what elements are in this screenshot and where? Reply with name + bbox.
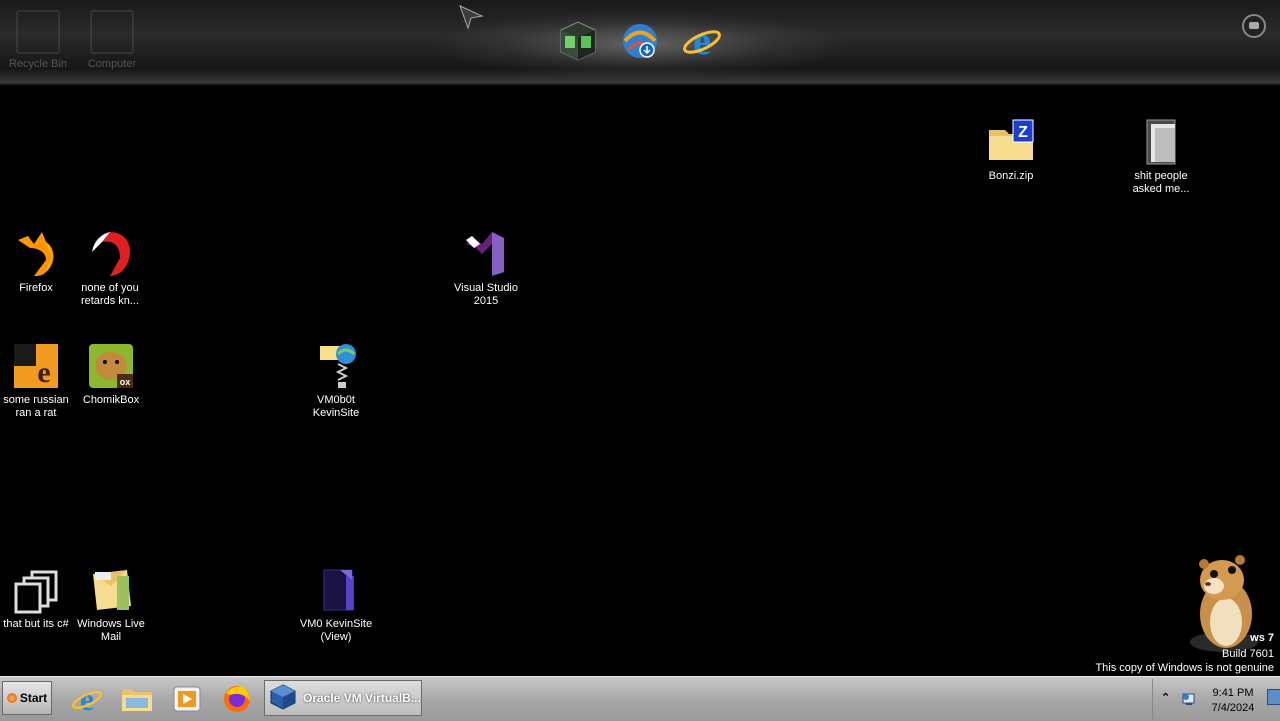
desktop-icon-label: Bonzi.zip: [988, 170, 1034, 182]
dock-media-player-icon[interactable]: [557, 20, 599, 62]
mouse-cursor-icon: [458, 4, 484, 30]
svg-text:e: e: [80, 683, 94, 715]
clock[interactable]: 9:41 PM 7/4/2024: [1203, 686, 1263, 716]
svg-text:e: e: [693, 20, 711, 62]
top-dock: Recycle Bin Computer e: [0, 0, 1280, 86]
dock-settings-icon[interactable]: [1242, 14, 1266, 38]
desktop-icon-firefox[interactable]: Firefox: [0, 230, 76, 295]
desktop-icon-label: VM0 KevinSite (View): [299, 618, 373, 643]
system-tray: ⌃ 9:41 PM 7/4/2024: [1152, 679, 1280, 719]
desktop-icon-label: Visual Studio 2015: [453, 282, 518, 307]
dock-internet-explorer-icon[interactable]: e: [681, 18, 723, 63]
dock-ghost-label-1: Recycle Bin: [8, 58, 68, 70]
files-icon: [12, 566, 60, 614]
dock-ghost-label-2: Computer: [87, 58, 137, 70]
start-button[interactable]: Start: [2, 681, 52, 715]
desktop-icon-visual-studio[interactable]: Visual Studio 2015: [446, 230, 526, 308]
network-icon[interactable]: [1181, 691, 1197, 707]
desktop-icon-web-file[interactable]: VM0b0t KevinSite: [296, 342, 376, 420]
desktop-icon-label: Windows Live Mail: [77, 618, 145, 643]
desktop-icon-bonzi-zip[interactable]: Z Bonzi.zip: [971, 118, 1051, 183]
desktop-icon-files[interactable]: that but its c#: [0, 566, 76, 631]
desktop-icon-label: Firefox: [19, 282, 53, 294]
desktop-icon-chomikbox[interactable]: ox ChomikBox: [71, 342, 151, 407]
dock-download-globe-icon[interactable]: [619, 20, 661, 62]
taskbar-media-player-icon[interactable]: [170, 683, 204, 715]
task-label: Oracle VM VirtualB...: [303, 691, 421, 705]
taskbar-firefox-icon[interactable]: [220, 683, 254, 715]
svg-text:Z: Z: [1018, 124, 1028, 141]
watermark-build: Build 7601: [1222, 648, 1274, 660]
desktop-icon-shortcut[interactable]: none of you retards kn...: [70, 230, 150, 308]
desktop-icon-label: shit people asked me...: [1132, 170, 1190, 195]
red-shortcut-icon: [86, 230, 134, 278]
mail-icon: [87, 566, 135, 614]
document-icon: [312, 566, 360, 614]
desktop-icon-label: that but its c#: [3, 618, 69, 630]
zip-folder-icon: Z: [987, 118, 1035, 166]
windows-orb-icon: [6, 693, 17, 703]
show-desktop-button[interactable]: [1267, 689, 1280, 705]
taskbar-file-explorer-icon[interactable]: [120, 683, 154, 715]
tray-overflow-chevron-icon[interactable]: ⌃: [1161, 691, 1170, 704]
firefox-icon: [12, 230, 60, 278]
desktop-icon-label: none of you retards kn...: [80, 282, 140, 307]
desktop-icon-label: VM0b0t KevinSite: [312, 394, 360, 419]
visual-studio-icon: [462, 230, 510, 278]
desktop-icon-mail[interactable]: Windows Live Mail: [71, 566, 151, 644]
desktop-icon-label: some russian ran a rat: [3, 394, 69, 419]
desktop-icon-document[interactable]: VM0 KevinSite (View): [296, 566, 376, 644]
taskbar-internet-explorer-icon[interactable]: e: [70, 681, 104, 717]
start-label: Start: [19, 691, 48, 705]
clock-time: 9:41 PM: [1212, 687, 1254, 699]
virtualbox-icon: [269, 683, 297, 714]
chomikbox-icon: ox: [87, 342, 135, 390]
watermark-not-genuine: This copy of Windows is not genuine: [1095, 662, 1274, 674]
desktop-icon-folder[interactable]: shit people asked me...: [1121, 118, 1201, 196]
taskbar-task-virtualbox[interactable]: Oracle VM VirtualB...: [264, 680, 422, 716]
desktop-icon-orange-app[interactable]: e some russian ran a rat: [0, 342, 76, 420]
orange-app-icon: e: [12, 342, 60, 390]
watermark-edition: ws 7: [1250, 632, 1274, 644]
clock-date: 7/4/2024: [1211, 702, 1255, 714]
taskbar: Start e Oracle VM VirtualB... ⌃ 9:41 PM …: [0, 676, 1280, 721]
folder-icon: [1137, 118, 1185, 166]
dock-ghost-recycle-bin-icon[interactable]: [14, 10, 62, 60]
svg-text:ox: ox: [120, 377, 131, 387]
dock-ghost-computer-icon[interactable]: [88, 10, 136, 60]
web-file-icon: [312, 342, 360, 390]
svg-text:e: e: [37, 356, 50, 389]
desktop-icon-label: ChomikBox: [82, 394, 140, 406]
